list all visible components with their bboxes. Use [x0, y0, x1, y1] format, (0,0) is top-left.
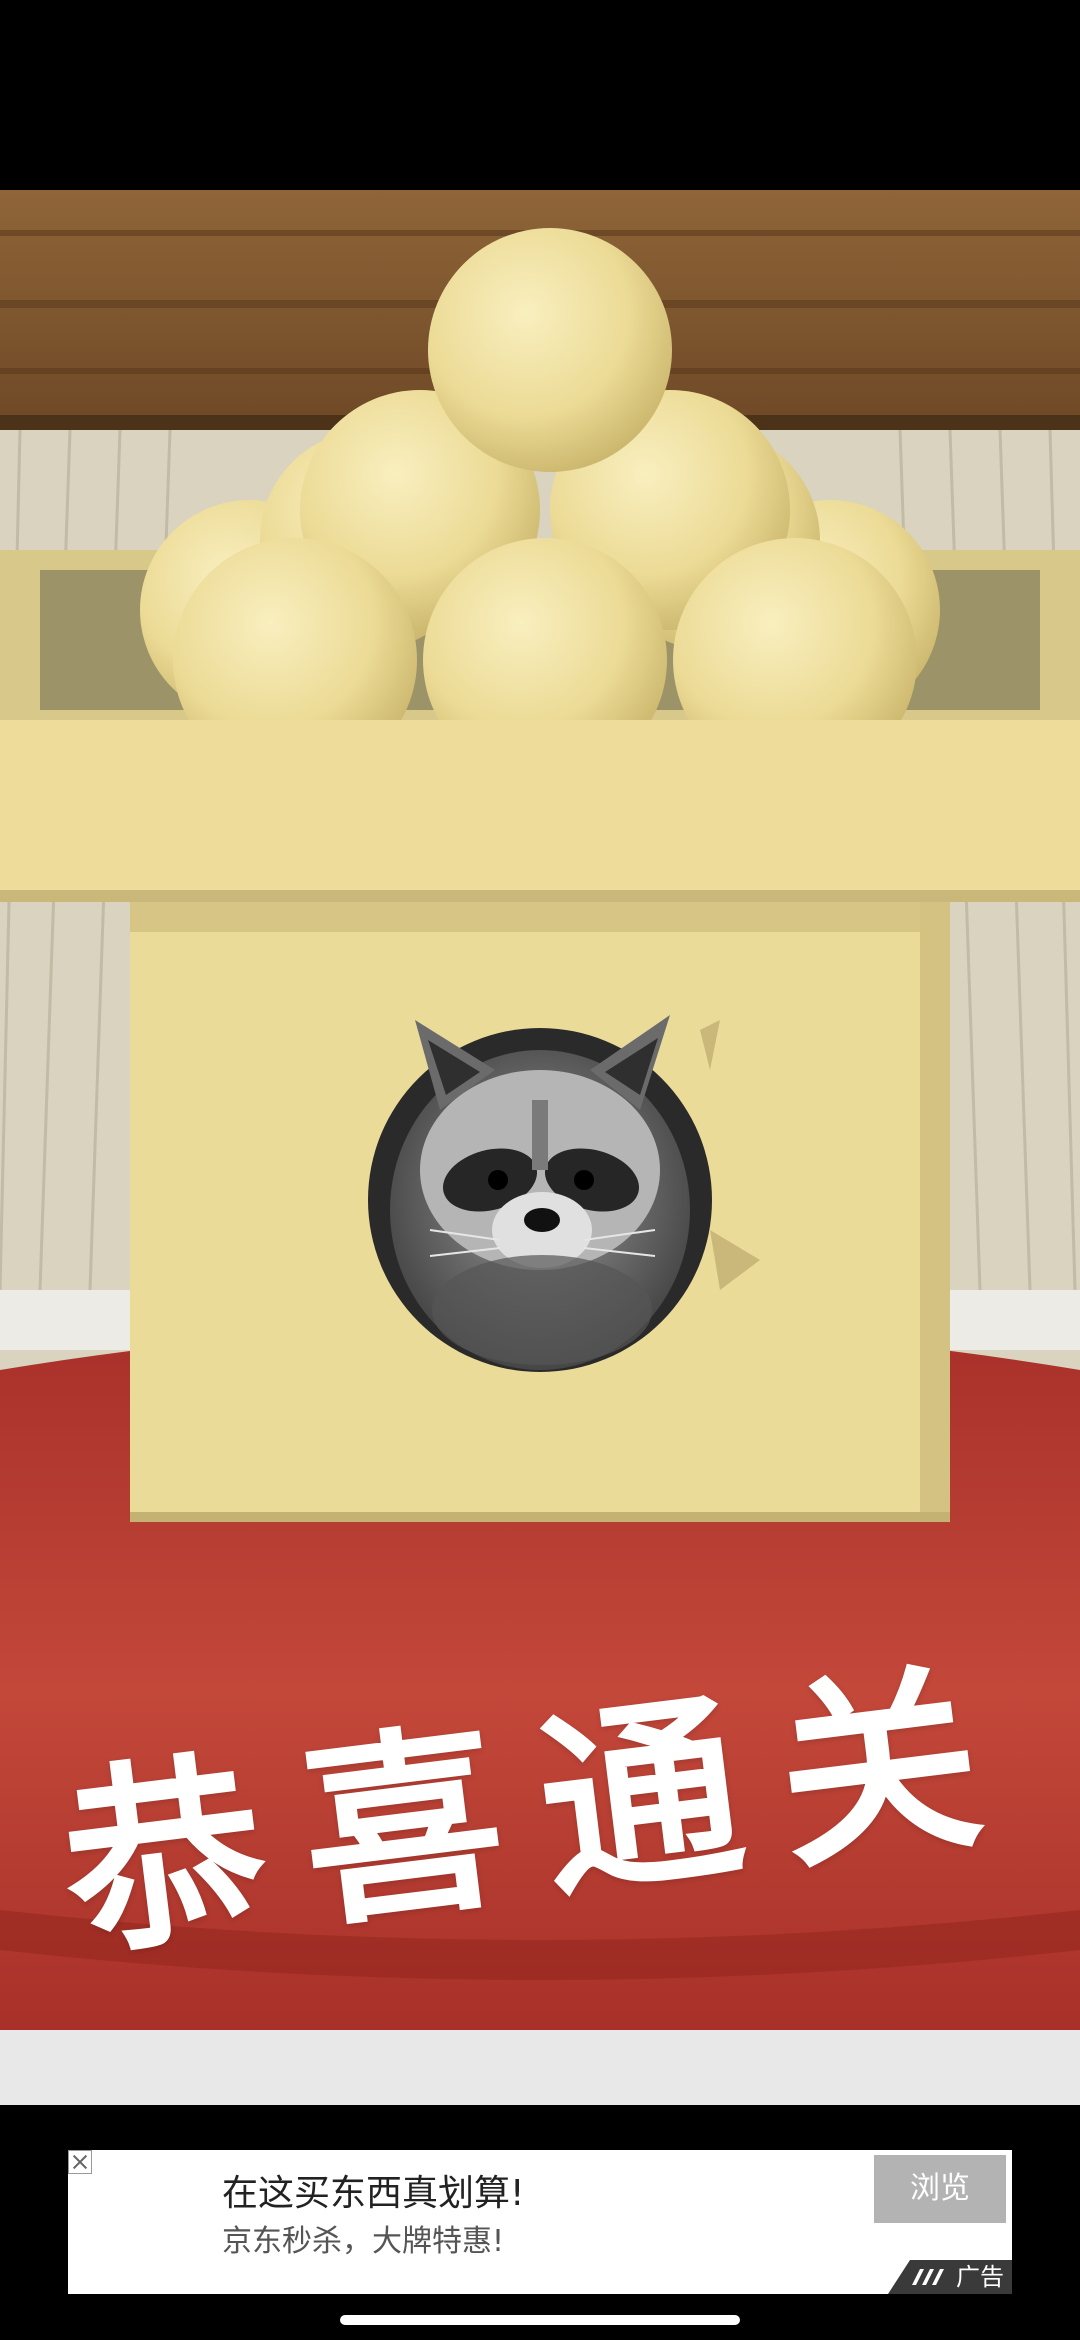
ad-badge: 广告 [888, 2260, 1012, 2294]
ad-badge-label: 广告 [956, 2263, 1004, 2291]
close-icon[interactable] [68, 2150, 92, 2174]
tray-front [0, 720, 1080, 900]
dumpling [428, 228, 672, 472]
game-scene: 恭喜通关 [0, 190, 1080, 2105]
game-screen: 恭喜通关 在这买东西真划算! 京东秒杀，大牌特惠! 浏览 广告 [0, 0, 1080, 2340]
ad-banner[interactable]: 在这买东西真划算! 京东秒杀，大牌特惠! 浏览 广告 [68, 2150, 1012, 2294]
ad-title: 在这买东西真划算! [222, 2173, 525, 2214]
browse-button[interactable]: 浏览 [874, 2155, 1006, 2223]
ad-logo-icon [912, 2269, 944, 2285]
home-indicator[interactable] [340, 2315, 740, 2325]
ad-subtitle: 京东秒杀，大牌特惠! [222, 2224, 505, 2259]
